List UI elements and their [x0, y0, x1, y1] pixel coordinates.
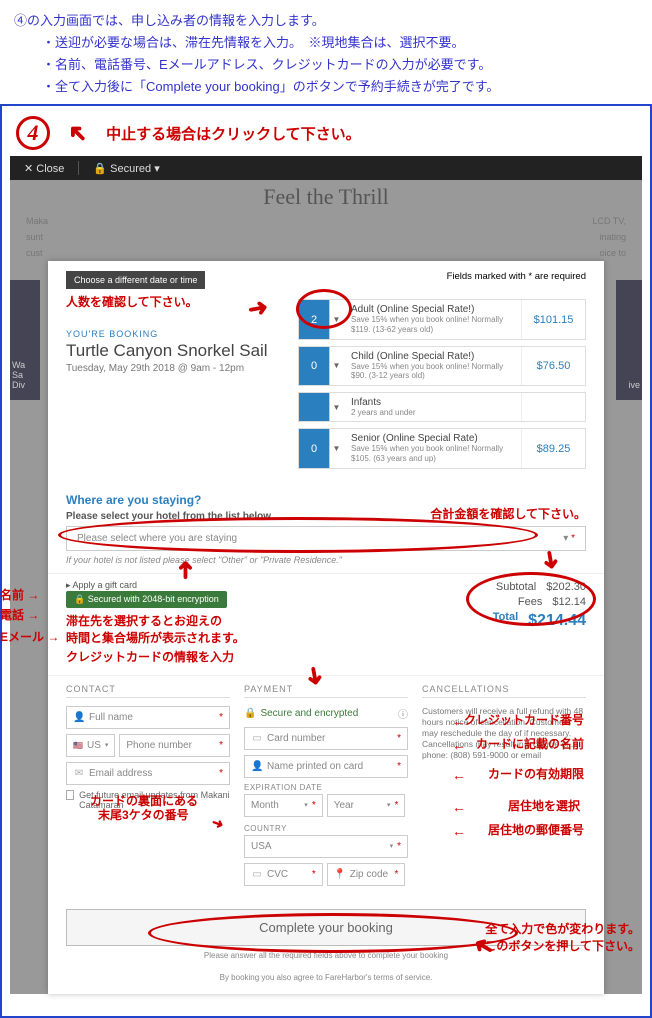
arrow-cccountry: ← [452, 800, 466, 814]
booking-date: Tuesday, May 29th 2018 @ 9am - 12pm [66, 363, 286, 374]
change-date-button[interactable]: Choose a different date or time [66, 271, 205, 289]
arrow-ccexp: ← [452, 768, 466, 782]
cancel-head: CANCELLATIONS [422, 684, 586, 698]
ccexp-hint: カードの有効期限 [488, 765, 584, 782]
instr-1: ④の入力画面では、申し込み者の情報を入力します。 [14, 10, 638, 32]
exp-label: EXPIRATION DATE [244, 783, 408, 792]
user-icon: 👤 [251, 761, 263, 772]
stay-heading: Where are you staying? [66, 493, 273, 507]
payment-head: PAYMENT [244, 684, 408, 698]
booking-modal: Choose a different date or time Fields m… [48, 261, 604, 993]
close-button[interactable]: ✕ Close [24, 162, 64, 175]
exp-month-select[interactable]: Month▾* [244, 794, 323, 817]
price-row-infant: ▼ Infants2 years and under [298, 392, 586, 423]
arrow-qty: ➜ [246, 296, 270, 323]
hotel-note: If your hotel is not listed please selec… [66, 555, 586, 565]
arrow-ccname: ← [452, 738, 466, 752]
instr-4: ・全て入力後に「Complete your booking」のボタンで予約手続き… [14, 76, 638, 98]
hotel-highlight [58, 517, 538, 553]
complete-highlight [148, 913, 518, 953]
arrow-stay: ➜ [174, 560, 198, 580]
cvc-icon: ▭ [251, 869, 263, 880]
stay-hint-1: 滞在先を選択するとお迎えの [66, 614, 222, 628]
zip-input[interactable]: 📍Zip code* [327, 863, 406, 886]
mail-icon: ✉ [73, 768, 85, 779]
qty-senior[interactable]: 0▼ [299, 429, 343, 467]
ccnum-hint: クレジットカード番号 [464, 711, 584, 728]
arrow-total: ➜ [536, 548, 563, 572]
email-input[interactable]: ✉Email address* [66, 762, 230, 785]
country-label: COUNTRY [244, 824, 408, 833]
arrow-cczip: ← [452, 824, 466, 838]
country-select[interactable]: USA▾* [244, 835, 408, 858]
total-highlight [466, 572, 596, 626]
cancel-hint: 中止する場合はクリックして下さい。 [106, 123, 361, 144]
step-badge: 4 [16, 116, 50, 150]
cvc-input[interactable]: ▭CVC* [244, 863, 323, 886]
arrow-payment: ➜ [300, 664, 327, 688]
total-hint: 合計金額を確認して下さい。 [430, 505, 586, 522]
exp-year-select[interactable]: Year▾* [327, 794, 406, 817]
cc-hint: クレジットカードの情報を入力 [66, 648, 479, 665]
cardnumber-input[interactable]: ▭Card number* [244, 727, 408, 750]
price-row-senior: 0▼ Senior (Online Special Rate)Save 15% … [298, 428, 586, 468]
arrow-cancel: ➜ [62, 118, 93, 149]
side-name: 名前 → [0, 586, 39, 603]
cczip-hint: 居住地の郵便番号 [488, 821, 584, 838]
phone-input[interactable]: Phone number* [119, 734, 230, 757]
side-phone: 電話 → [0, 606, 39, 623]
pin-icon: 📍 [334, 869, 346, 880]
cvc-hint-2: 末尾3ケタの番号 [98, 806, 189, 823]
required-note: Fields marked with * are required [447, 271, 586, 289]
qty-hint: 人数を確認して下さい。 [66, 293, 198, 310]
final-hint-2: このボタンを押して下さい。 [484, 939, 640, 953]
cccountry-hint: 居住地を選択 [508, 797, 580, 814]
secure-encrypted: 🔒Secure and encrypted ⓘ [244, 706, 408, 721]
qty-child[interactable]: 0▼ [299, 347, 343, 385]
side-email: Eメール → [0, 628, 59, 645]
price-row-child: 0▼ Child (Online Special Rate!)Save 15% … [298, 346, 586, 386]
booking-title: Turtle Canyon Snorkel Sail [66, 341, 286, 361]
gift-card-toggle[interactable]: ▸ Apply a gift card [66, 580, 479, 591]
instr-3: ・名前、電話番号、Eメールアドレス、クレジットカードの入力が必要です。 [14, 54, 638, 76]
contact-head: CONTACT [66, 684, 230, 698]
fullname-input[interactable]: 👤Full name* [66, 706, 230, 729]
youre-booking-label: YOU'RE BOOKING [66, 329, 286, 339]
phone-cc-select[interactable]: 🇺🇸US▾ [66, 734, 115, 757]
user-icon: 👤 [73, 712, 85, 723]
modal-topbar: ✕ Close 🔒 Secured ▾ [10, 156, 642, 180]
lock-icon: 🔒 [244, 708, 256, 719]
instr-2: ・送迎が必要な場合は、滞在先情報を入力。 ※現地集合は、選択不要。 [14, 32, 638, 54]
card-icon: ▭ [251, 733, 263, 744]
stay-hint-2: 時間と集合場所が表示されます。 [66, 631, 245, 645]
ccname-hint: カードに記載の名前 [476, 735, 584, 752]
cardname-input[interactable]: 👤Name printed on card* [244, 755, 408, 778]
final-hint-1: 全て入力で色が変わります。 [485, 922, 640, 936]
secured-indicator: 🔒 Secured ▾ [93, 162, 159, 175]
complete-note-2: By booking you also agree to FareHarbor'… [48, 972, 604, 994]
qty-infant[interactable]: ▼ [299, 393, 343, 422]
page-title: Feel the Thrill [10, 180, 642, 214]
encryption-badge: 🔒 Secured with 2048-bit encryption [66, 591, 227, 608]
